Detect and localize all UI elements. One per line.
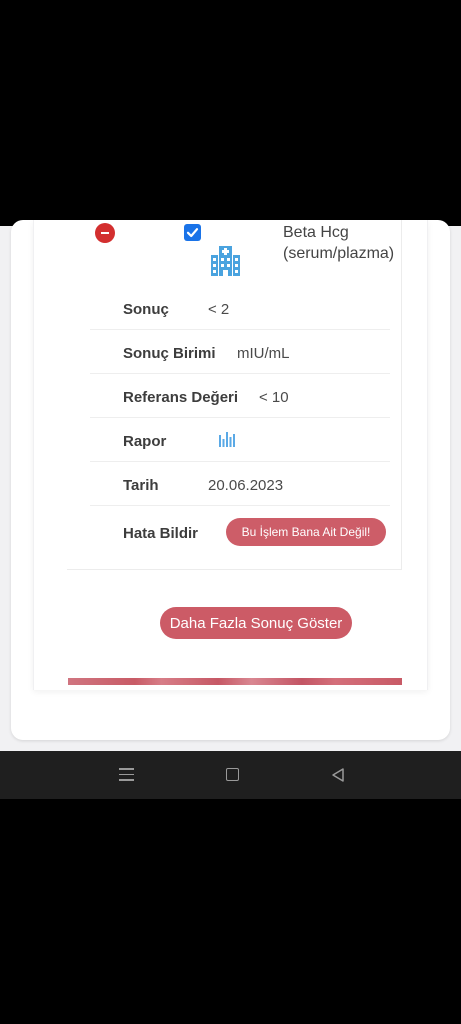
field-label: Rapor <box>123 433 167 450</box>
menu-icon[interactable] <box>119 768 134 781</box>
field-label: Hata Bildir <box>123 525 199 542</box>
field-row-reference: Referans Değeri < 10 <box>90 375 390 418</box>
status-area-black <box>0 0 461 226</box>
field-value: < 2 <box>208 301 230 318</box>
field-label: Referans Değeri <box>123 389 239 406</box>
system-navigation-bar <box>0 751 461 799</box>
select-checkbox[interactable] <box>184 224 201 241</box>
field-label: Sonuç <box>123 301 169 318</box>
field-row-report: Rapor <box>90 419 390 462</box>
home-square-icon[interactable] <box>226 768 239 781</box>
show-more-results-button[interactable]: Daha Fazla Sonuç Göster <box>160 607 352 639</box>
field-value: mIU/mL <box>237 345 290 362</box>
decorative-footer-bar <box>68 678 402 685</box>
field-label: Sonuç Birimi <box>123 345 216 362</box>
field-value: < 10 <box>259 389 289 406</box>
bar-chart-icon[interactable] <box>219 429 235 447</box>
remove-result-icon[interactable] <box>95 223 115 243</box>
field-row-unit: Sonuç Birimi mIU/mL <box>90 331 390 374</box>
app-content: Beta Hcg (serum/plazma) Sonuç < 2 Sonuç … <box>0 220 461 751</box>
field-row-date: Tarih 20.06.2023 <box>90 463 390 506</box>
report-error-button[interactable]: Bu İşlem Bana Ait Değil! <box>226 518 386 546</box>
field-row-result: Sonuç < 2 <box>90 287 390 330</box>
results-panel: Beta Hcg (serum/plazma) Sonuç < 2 Sonuç … <box>33 220 428 690</box>
back-triangle-icon[interactable] <box>330 767 346 783</box>
hospital-icon <box>211 246 240 276</box>
checkmark-icon <box>186 228 199 238</box>
results-card: Beta Hcg (serum/plazma) Sonuç < 2 Sonuç … <box>11 220 450 740</box>
bottom-black-area <box>0 799 461 1024</box>
field-label: Tarih <box>123 477 159 494</box>
test-name: Beta Hcg (serum/plazma) <box>283 224 395 262</box>
field-value: 20.06.2023 <box>208 477 284 494</box>
